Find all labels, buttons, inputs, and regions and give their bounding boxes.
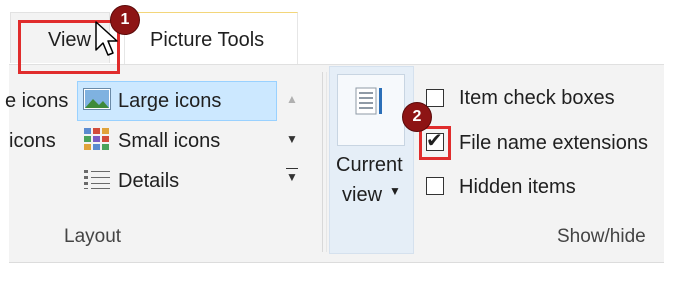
small-icons-icon: [84, 128, 109, 150]
layout-details-label[interactable]: Details: [118, 170, 179, 193]
window-frame-left: [0, 0, 9, 288]
layout-scroll-down-icon[interactable]: ▼: [286, 132, 298, 146]
current-view-icon: [355, 87, 382, 115]
group-separator: [322, 72, 327, 252]
layout-small-icons-label[interactable]: Small icons: [118, 130, 220, 153]
window-frame-right: [664, 0, 686, 288]
window-frame-bottom: [0, 268, 686, 288]
mouse-cursor-icon: [95, 21, 118, 56]
layout-large-icons-label[interactable]: Large icons: [118, 90, 221, 113]
window-frame-top: [0, 0, 686, 12]
hidden-items-label[interactable]: Hidden items: [459, 176, 576, 199]
item-check-boxes-label[interactable]: Item check boxes: [459, 87, 615, 110]
current-view-label-line1[interactable]: Current: [336, 154, 403, 177]
chevron-down-icon[interactable]: ▼: [389, 184, 401, 198]
details-icon: [84, 170, 110, 189]
tab-picture-tools-label[interactable]: Picture Tools: [150, 29, 264, 52]
layout-group-label: Layout: [64, 226, 122, 247]
file-name-extensions-label[interactable]: File name extensions: [459, 132, 648, 155]
item-check-boxes-checkbox[interactable]: [426, 89, 444, 107]
layout-scroll-up-icon[interactable]: ▲: [286, 92, 298, 106]
step-badge-2: 2: [402, 102, 432, 132]
current-view-label-line2[interactable]: view: [342, 184, 382, 207]
show-hide-group-label: Show/hide: [557, 226, 646, 247]
layout-extra-large-icons[interactable]: e icons: [5, 90, 68, 113]
layout-medium-icons[interactable]: icons: [9, 130, 56, 153]
hidden-items-checkbox[interactable]: [426, 177, 444, 195]
large-icons-icon: [83, 88, 111, 110]
highlight-file-name-extensions: [419, 126, 451, 160]
layout-expand-icon[interactable]: ▼: [286, 168, 298, 184]
